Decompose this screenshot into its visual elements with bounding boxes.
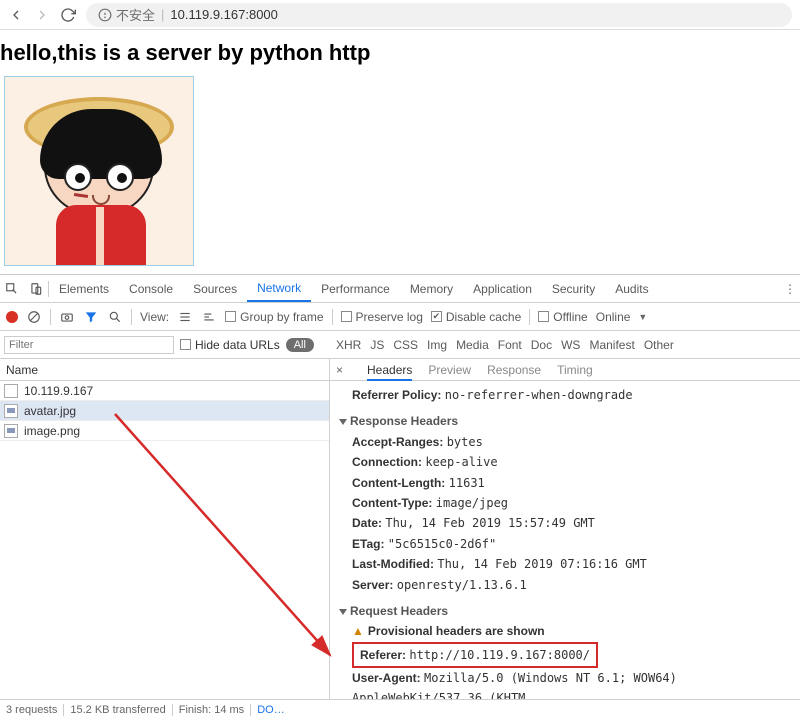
devtools-more-icon[interactable]: ⋮ <box>780 282 800 296</box>
forward-icon[interactable] <box>34 7 50 23</box>
throttling-select[interactable]: Online <box>596 310 631 324</box>
filter-type-ws[interactable]: WS <box>561 338 580 352</box>
filter-type-doc[interactable]: Doc <box>531 338 552 352</box>
not-secure-label: 不安全 <box>116 5 155 24</box>
expand-icon[interactable] <box>339 419 347 425</box>
devtools-tab-security[interactable]: Security <box>542 275 605 302</box>
status-domcontentloaded: DO… <box>257 704 285 716</box>
user-agent-label: User-Agent: <box>352 671 421 685</box>
referer-highlight: Referer: http://10.119.9.167:8000/ <box>352 642 598 668</box>
devtools-tab-audits[interactable]: Audits <box>605 275 658 302</box>
clear-icon[interactable] <box>26 309 42 325</box>
response-header-row: Server: openresty/1.13.6.1 <box>352 575 792 595</box>
filter-type-js[interactable]: JS <box>370 338 384 352</box>
response-header-row: Connection: keep-alive <box>352 452 792 472</box>
page-content: hello,this is a server by python http <box>0 30 800 266</box>
filter-icon[interactable] <box>83 309 99 325</box>
filter-type-img[interactable]: Img <box>427 338 447 352</box>
devtools-panel: ElementsConsoleSourcesNetworkPerformance… <box>0 274 800 720</box>
filter-type-all[interactable]: All <box>286 338 314 352</box>
filter-type-xhr[interactable]: XHR <box>336 338 361 352</box>
response-header-row: Date: Thu, 14 Feb 2019 15:57:49 GMT <box>352 513 792 533</box>
referrer-policy-value: no-referrer-when-downgrade <box>445 388 633 402</box>
expand-icon[interactable] <box>339 609 347 615</box>
request-row[interactable]: avatar.jpg <box>0 401 329 421</box>
offline-checkbox[interactable]: Offline <box>538 310 587 324</box>
url-text: 10.119.9.167:8000 <box>170 7 277 22</box>
detail-tab-headers[interactable]: Headers <box>367 363 412 381</box>
filter-type-font[interactable]: Font <box>498 338 522 352</box>
view-label: View: <box>140 310 169 324</box>
devtools-tab-console[interactable]: Console <box>119 275 183 302</box>
request-list: Name 10.119.9.167 avatar.jpg image.png <box>0 359 330 699</box>
filter-type-manifest[interactable]: Manifest <box>589 338 634 352</box>
response-header-row: Accept-Ranges: bytes <box>352 432 792 452</box>
large-rows-icon[interactable] <box>177 309 193 325</box>
capture-screenshot-icon[interactable] <box>59 309 75 325</box>
devtools-tab-elements[interactable]: Elements <box>49 275 119 302</box>
filter-type-css[interactable]: CSS <box>393 338 418 352</box>
network-filter-bar: Hide data URLs All XHR JS CSS Img Media Font D… <box>0 331 800 359</box>
dropdown-caret-icon: ▼ <box>638 312 647 322</box>
not-secure-badge: 不安全 <box>98 5 155 24</box>
detail-tab-preview[interactable]: Preview <box>428 363 471 377</box>
request-detail: × Headers Preview Response Timing Referrer … <box>330 359 800 699</box>
back-icon[interactable] <box>8 7 24 23</box>
file-icon <box>4 424 18 438</box>
headers-body: Referrer Policy: no-referrer-when-downgr… <box>330 381 800 699</box>
search-icon[interactable] <box>107 309 123 325</box>
status-requests: 3 requests <box>6 704 64 716</box>
status-transferred: 15.2 KB transferred <box>70 704 172 716</box>
record-button[interactable] <box>6 311 18 323</box>
disable-cache-checkbox[interactable]: ✔Disable cache <box>431 310 521 324</box>
page-image-avatar <box>4 76 194 266</box>
devtools-tab-network[interactable]: Network <box>247 275 311 302</box>
detail-tab-timing[interactable]: Timing <box>557 363 593 377</box>
detail-tab-response[interactable]: Response <box>487 363 541 377</box>
status-finish: Finish: 14 ms <box>179 704 251 716</box>
group-by-frame-checkbox[interactable]: Group by frame <box>225 310 323 324</box>
file-icon <box>4 404 18 418</box>
hide-data-urls-checkbox[interactable]: Hide data URLs <box>180 338 280 352</box>
request-name: avatar.jpg <box>24 404 76 418</box>
network-status-bar: 3 requests 15.2 KB transferred Finish: 1… <box>0 699 800 720</box>
devtools-top-bar: ElementsConsoleSourcesNetworkPerformance… <box>0 275 800 303</box>
response-header-row: Last-Modified: Thu, 14 Feb 2019 07:16:16… <box>352 554 792 574</box>
devtools-tab-application[interactable]: Application <box>463 275 542 302</box>
provisional-headers-warning: Provisional headers are shown <box>368 624 545 638</box>
close-detail-icon[interactable]: × <box>336 363 343 377</box>
request-name: image.png <box>24 424 80 438</box>
response-header-row: Content-Type: image/jpeg <box>352 493 792 513</box>
page-heading: hello,this is a server by python http <box>0 34 800 72</box>
filter-input[interactable] <box>4 336 174 354</box>
devtools-tab-performance[interactable]: Performance <box>311 275 400 302</box>
file-icon <box>4 384 18 398</box>
devtools-tab-memory[interactable]: Memory <box>400 275 463 302</box>
overview-icon[interactable] <box>201 309 217 325</box>
devtools-tab-sources[interactable]: Sources <box>183 275 247 302</box>
request-list-header: Name <box>0 359 329 381</box>
device-toggle-icon[interactable] <box>24 282 48 296</box>
request-headers-title[interactable]: Request Headers <box>350 604 448 618</box>
browser-address-bar: 不安全 | 10.119.9.167:8000 <box>0 0 800 30</box>
response-headers-title[interactable]: Response Headers <box>350 414 458 428</box>
referrer-policy-label: Referrer Policy: <box>352 388 441 402</box>
network-body: Name 10.119.9.167 avatar.jpg image.png × H… <box>0 359 800 699</box>
request-row[interactable]: 10.119.9.167 <box>0 381 329 401</box>
response-header-row: ETag: "5c6515c0-2d6f" <box>352 534 792 554</box>
network-toolbar: View: Group by frame Preserve log ✔Disab… <box>0 303 800 331</box>
preserve-log-checkbox[interactable]: Preserve log <box>341 310 423 324</box>
warning-icon: ▲ <box>352 624 364 638</box>
reload-icon[interactable] <box>60 7 76 23</box>
filter-type-media[interactable]: Media <box>456 338 489 352</box>
request-name: 10.119.9.167 <box>24 384 93 398</box>
request-row[interactable]: image.png <box>0 421 329 441</box>
filter-type-other[interactable]: Other <box>644 338 674 352</box>
inspect-element-icon[interactable] <box>0 282 24 296</box>
url-omnibox[interactable]: 不安全 | 10.119.9.167:8000 <box>86 3 792 27</box>
response-header-row: Content-Length: 11631 <box>352 473 792 493</box>
